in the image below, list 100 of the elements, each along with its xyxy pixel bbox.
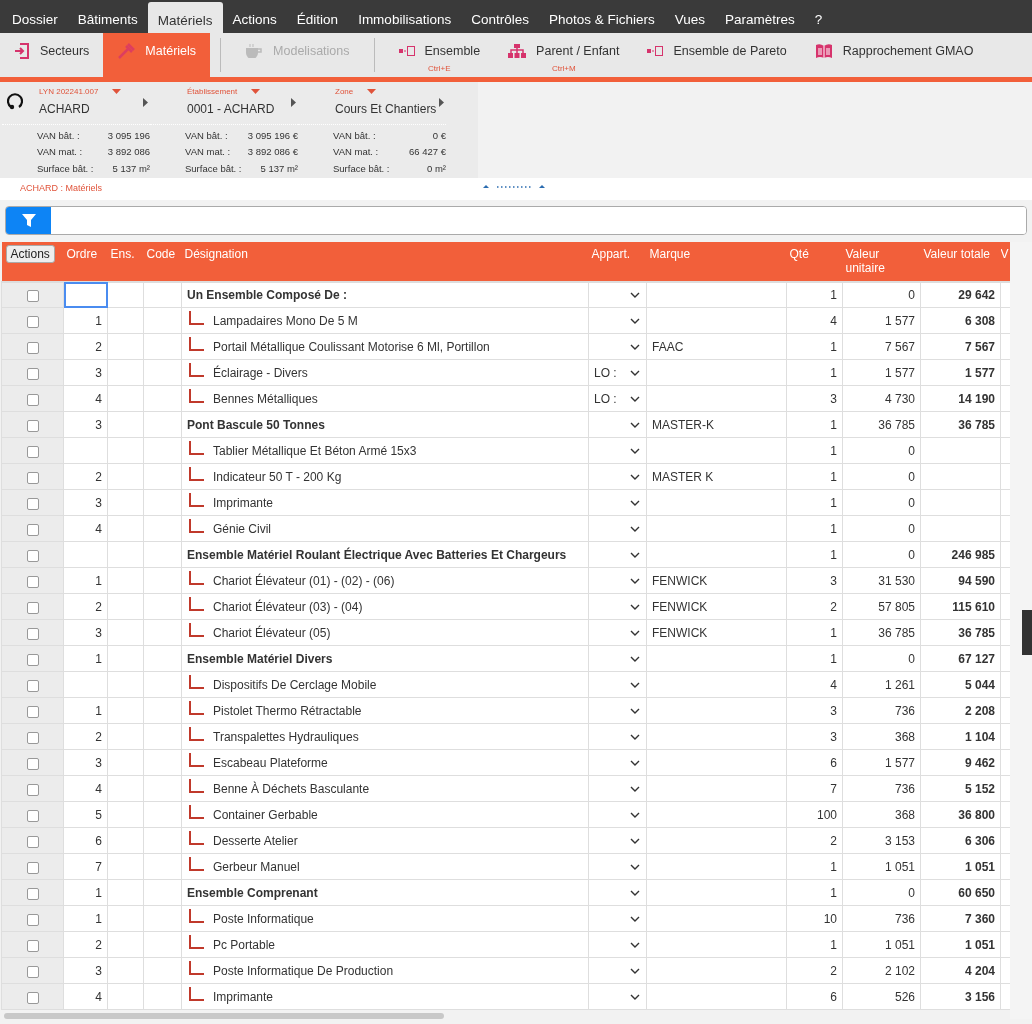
checkbox[interactable]	[26, 393, 39, 406]
designation-text: Lampadaires Mono De 5 M	[213, 312, 358, 330]
checkbox[interactable]	[26, 289, 39, 302]
menu-item[interactable]: Paramètres	[715, 0, 805, 33]
checkbox[interactable]	[26, 653, 39, 666]
toolbar-button[interactable]: Ensemble Ctrl+E	[384, 33, 495, 77]
table-cell: 0	[842, 879, 921, 906]
refresh-icon[interactable]	[7, 92, 23, 110]
menu-item[interactable]: Immobilisations	[348, 0, 462, 33]
stat-label: VAN mat. :	[185, 145, 231, 160]
menu-item[interactable]: ?	[804, 0, 833, 33]
table-cell: FAAC	[646, 333, 787, 360]
tree-connector-icon	[187, 674, 205, 689]
table-cell: 2 208	[920, 697, 1001, 724]
checkbox[interactable]	[26, 705, 39, 718]
table-cell: 4 730	[842, 385, 921, 412]
arrow-right-icon[interactable]	[439, 98, 444, 107]
checkbox[interactable]	[26, 809, 39, 822]
menu-item[interactable]: Bâtiments	[67, 0, 148, 33]
checkbox[interactable]	[26, 991, 39, 1004]
tree-connector-icon	[187, 778, 205, 793]
tree-connector-icon	[187, 830, 205, 845]
context-value: 0001 - ACHARD	[187, 102, 275, 116]
menu-item[interactable]: Photos & Fichiers	[538, 0, 665, 33]
dropdown-icon[interactable]	[112, 89, 122, 95]
designation-text: Desserte Atelier	[213, 832, 298, 850]
splitter-handle[interactable]	[483, 183, 547, 189]
chevron-down-icon	[630, 811, 640, 818]
tree-connector-icon	[187, 960, 205, 975]
chevron-down-icon	[630, 421, 640, 428]
checkbox[interactable]	[26, 861, 39, 874]
designation-text: Ensemble Matériel Divers	[187, 650, 333, 668]
stat-value: 3 892 086	[107, 145, 150, 160]
tree-connector-icon	[187, 388, 205, 403]
table-cell: 36 785	[920, 411, 1001, 438]
stat-value: 3 095 196 €	[247, 128, 298, 143]
actions-button[interactable]: Actions	[5, 245, 55, 264]
checkbox[interactable]	[26, 471, 39, 484]
context-caption: Établissement	[187, 87, 238, 96]
table-cell: 368	[842, 723, 921, 750]
checkbox[interactable]	[26, 601, 39, 614]
table-cell: 526	[842, 983, 921, 1010]
filter-button[interactable]	[6, 207, 51, 234]
checkbox[interactable]	[26, 523, 39, 536]
checkbox[interactable]	[26, 965, 39, 978]
checkbox[interactable]	[26, 835, 39, 848]
checkbox[interactable]	[26, 341, 39, 354]
table-cell: 4 204	[920, 957, 1001, 984]
table-cell: 36 785	[842, 619, 921, 646]
table-cell: 6 308	[920, 307, 1001, 334]
horizontal-scrollbar[interactable]	[4, 1013, 444, 1020]
checkbox[interactable]	[26, 731, 39, 744]
checkbox[interactable]	[26, 679, 39, 692]
checkbox[interactable]	[26, 367, 39, 380]
stat-value: 66 427 €	[409, 145, 446, 160]
checkbox[interactable]	[26, 627, 39, 640]
checkbox[interactable]	[26, 939, 39, 952]
arrow-right-icon[interactable]	[143, 98, 148, 107]
designation-text: Transpalettes Hydrauliques	[213, 728, 359, 746]
checkbox[interactable]	[26, 757, 39, 770]
checkbox[interactable]	[26, 575, 39, 588]
stat-label: Surface bât. :	[37, 162, 94, 177]
checkbox[interactable]	[26, 445, 39, 458]
arrow-right-icon[interactable]	[291, 98, 296, 107]
chevron-down-icon	[630, 343, 640, 350]
checkbox[interactable]	[26, 549, 39, 562]
toolbar-button[interactable]: Rapprochement GMAO	[800, 33, 988, 77]
toolbar-button[interactable]: Secteurs	[0, 33, 104, 77]
table-cell: 36 785	[842, 411, 921, 438]
stat-label: VAN bât. :	[185, 128, 228, 143]
table-cell: 0	[842, 541, 921, 568]
chevron-down-icon	[630, 941, 640, 948]
checkbox[interactable]	[26, 315, 39, 328]
toolbar-button[interactable]: Parent / Enfant Ctrl+M	[494, 33, 634, 77]
menu-item[interactable]: Édition	[286, 0, 349, 33]
toolbar-button[interactable]: Ensemble de Pareto	[633, 33, 801, 77]
table-cell: 0	[842, 281, 921, 308]
context-caption: Zone	[335, 87, 354, 96]
table-cell: 57 805	[842, 593, 921, 620]
checkbox[interactable]	[26, 913, 39, 926]
tree-connector-icon	[187, 908, 205, 923]
checkbox[interactable]	[26, 497, 39, 510]
designation-text: Indicateur 50 T - 200 Kg	[213, 468, 342, 486]
tree-connector-icon	[187, 570, 205, 585]
table-cell: FENWICK	[646, 619, 787, 646]
menu-item[interactable]: Actions	[222, 0, 287, 33]
dropdown-icon[interactable]	[251, 89, 261, 95]
checkbox[interactable]	[26, 887, 39, 900]
menu-item[interactable]: Dossier	[2, 0, 68, 33]
menu-item[interactable]: Matériels	[147, 2, 223, 35]
table-cell: 1 051	[842, 931, 921, 958]
menu-item[interactable]: Contrôles	[461, 0, 539, 33]
tree-connector-icon	[187, 596, 205, 611]
checkbox[interactable]	[26, 783, 39, 796]
menu-item[interactable]: Vues	[664, 0, 715, 33]
dropdown-icon[interactable]	[367, 89, 377, 95]
checkbox[interactable]	[26, 419, 39, 432]
shortcut-hint: Ctrl+M	[551, 62, 576, 75]
table-cell: 0	[842, 515, 921, 542]
chevron-down-icon	[630, 759, 640, 766]
